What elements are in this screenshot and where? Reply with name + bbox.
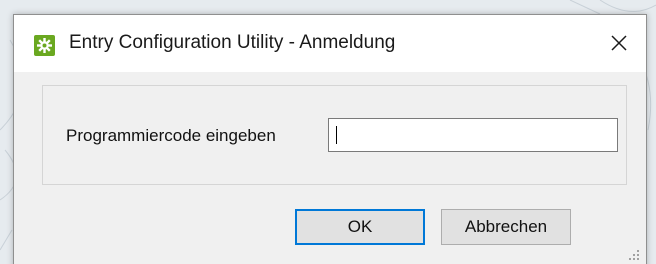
programming-code-input[interactable] [328,118,618,152]
resize-grip-icon[interactable] [626,247,640,261]
desktop-background: Entry Configuration Utility - Anmeldung … [0,0,656,264]
ok-button[interactable]: OK [295,209,425,245]
gear-icon [34,35,55,56]
programming-code-label: Programmiercode eingeben [66,126,276,145]
cancel-button[interactable]: Abbrechen [441,209,571,245]
text-cursor [336,126,337,144]
title-bar: Entry Configuration Utility - Anmeldung [14,15,646,72]
login-dialog: Entry Configuration Utility - Anmeldung … [13,14,647,264]
close-icon [610,34,628,57]
window-title: Entry Configuration Utility - Anmeldung [69,32,396,53]
close-button[interactable] [600,27,638,63]
